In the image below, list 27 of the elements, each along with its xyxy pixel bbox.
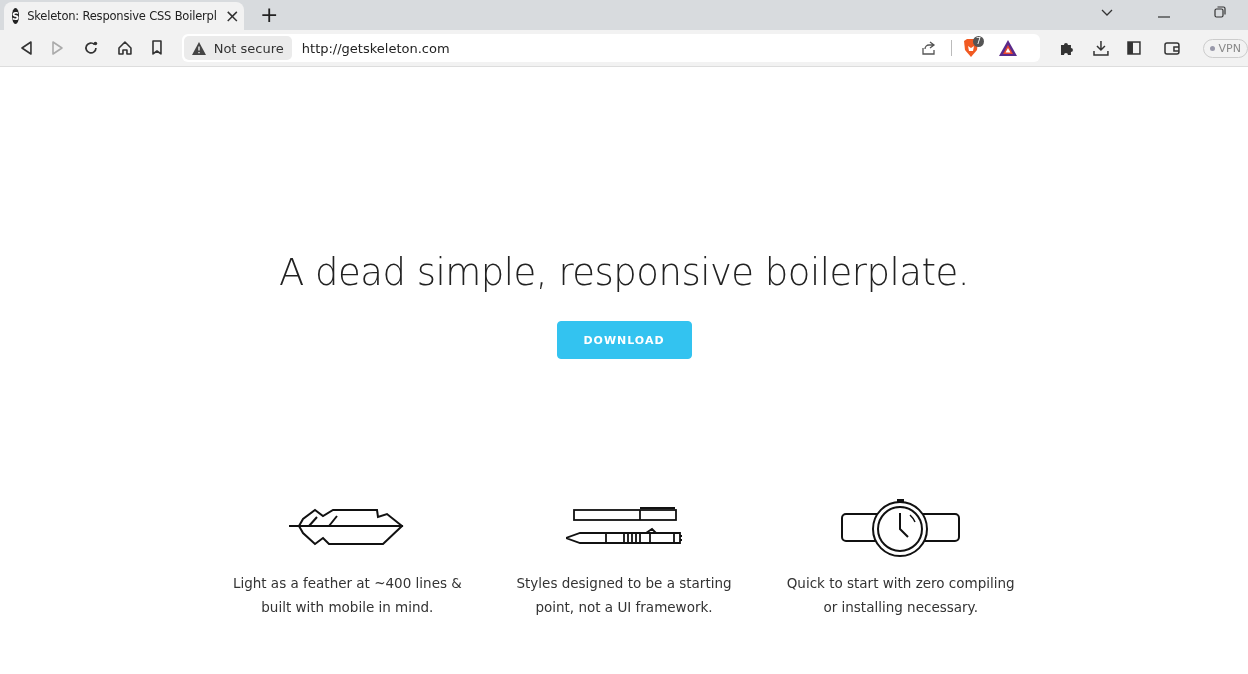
share-icon[interactable] [920,40,937,56]
feature-text: Styles designed to be a starting point, not a UI framework. [516,574,732,617]
watch-icon [840,497,961,557]
browser-tab[interactable]: S Skeleton: Responsive CSS Boilerpl × [4,2,244,30]
favicon: S [12,8,20,24]
bookmark-icon[interactable] [150,40,163,56]
warning-icon [191,41,206,55]
close-tab-button[interactable]: × [224,7,240,25]
reload-icon[interactable] [82,40,99,56]
url-text: http://getskeleton.com [301,40,450,56]
puzzle-icon[interactable] [1058,40,1075,56]
feature-text: Quick to start with zero compiling or installing necessary. [786,574,1015,617]
sidebar-icon[interactable] [1126,41,1141,55]
shields-count-badge: 7 [972,36,984,47]
home-icon[interactable] [116,40,133,56]
chevron-down-icon[interactable] [1100,8,1114,18]
security-chip[interactable]: Not secure [183,36,292,60]
back-icon[interactable] [19,40,33,56]
download-icon[interactable] [1092,40,1109,56]
new-tab-button[interactable]: + [260,2,279,28]
address-bar[interactable]: Not secure http://getskeleton.com 7 [181,34,1040,62]
triangle-icon[interactable] [997,39,1018,57]
feature-text: Light as a feather at ~400 lines & built with mobile in mind. [232,574,462,617]
tab-title: Skeleton: Responsive CSS Boilerpl [27,9,217,23]
hero-heading: A dead simple, responsive boilerplate. [279,250,969,296]
wallet-icon[interactable] [1163,41,1180,55]
restore-icon[interactable] [1214,6,1226,18]
